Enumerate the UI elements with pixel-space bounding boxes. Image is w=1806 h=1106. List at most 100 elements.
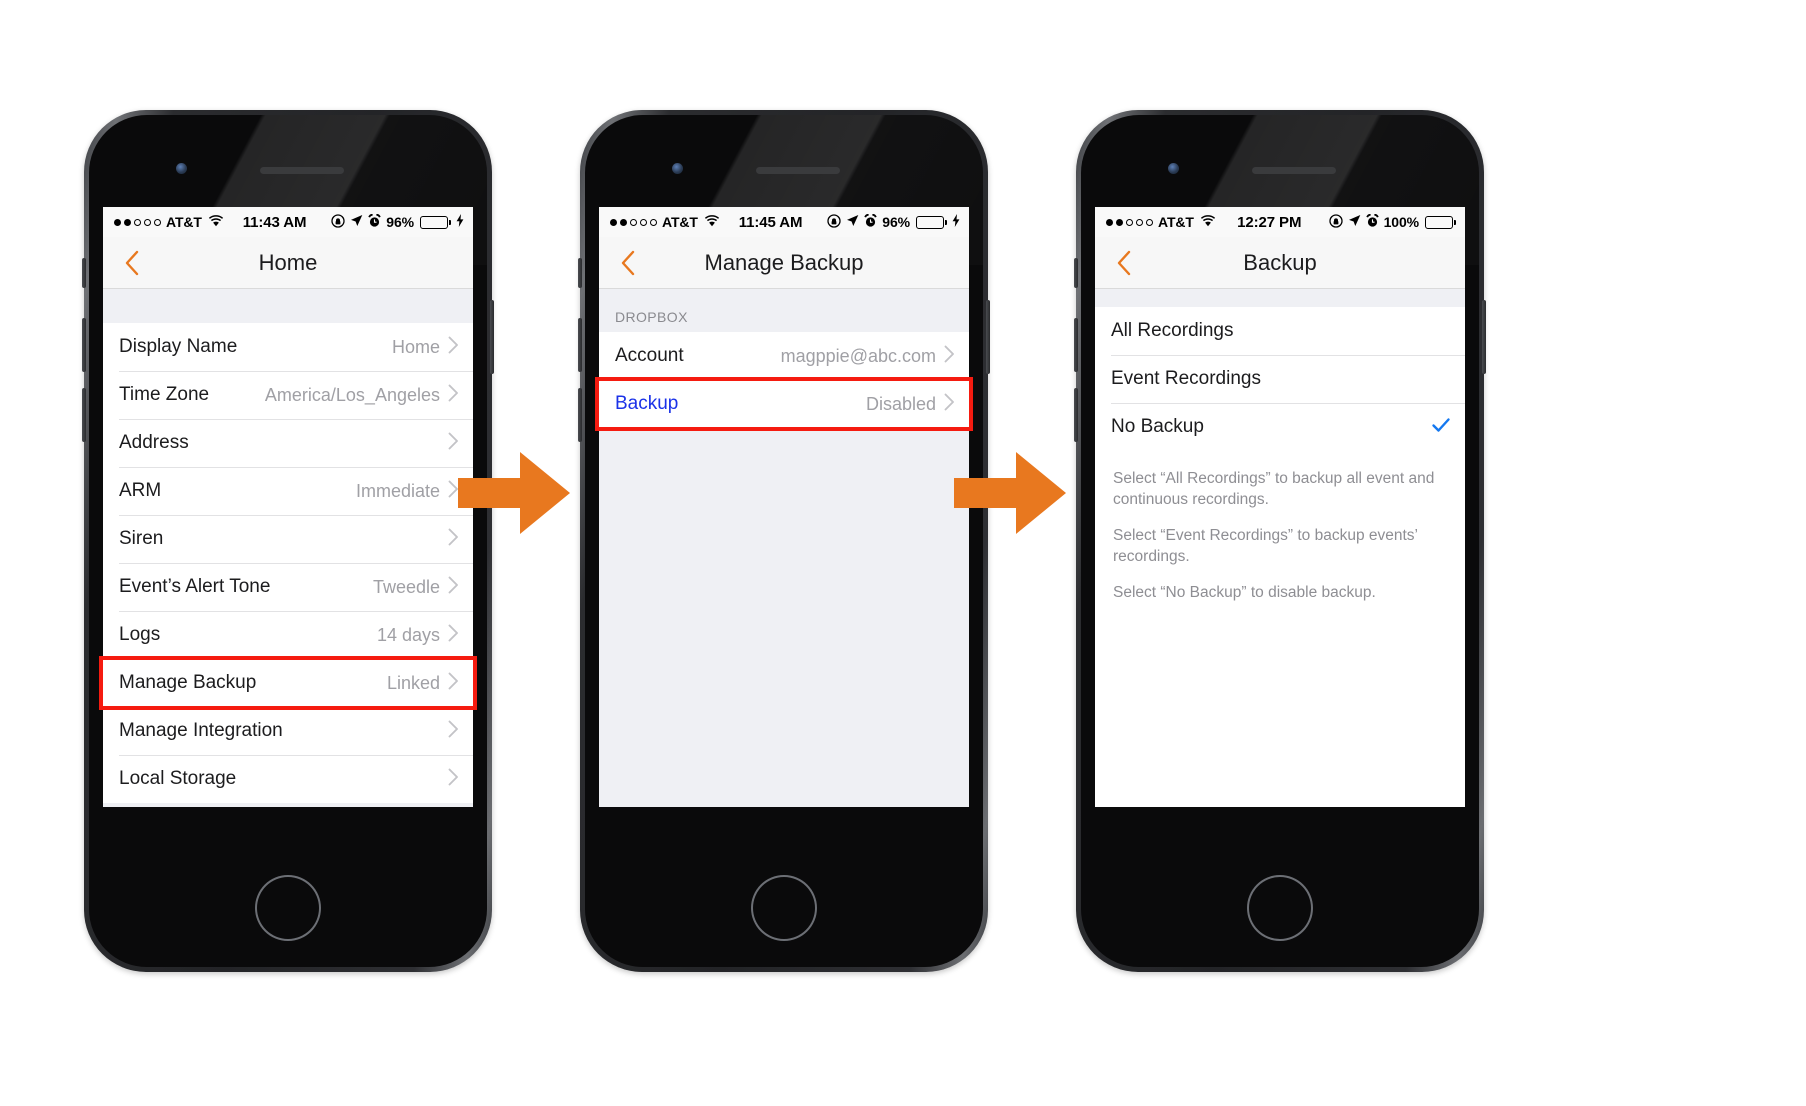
- battery-percent-1: 96%: [386, 214, 414, 230]
- list-item-account[interactable]: Account magppie@abc.com: [599, 332, 969, 380]
- section-header-dropbox: DROPBOX: [599, 289, 969, 332]
- home-button[interactable]: [1247, 875, 1313, 941]
- phone-front-3: AT&T 12:27 PM 100% Backup All Recordings…: [1081, 115, 1479, 967]
- mute-switch[interactable]: [578, 258, 582, 288]
- screen-1: AT&T 11:43 AM 96% Home Display Name Home…: [103, 207, 473, 807]
- volume-up-button[interactable]: [1074, 318, 1078, 372]
- list-item-value: Home: [391, 336, 440, 357]
- list-item-value: magppie@abc.com: [780, 345, 936, 366]
- page-title-1: Home: [258, 249, 318, 275]
- status-bar-2: AT&T 11:45 AM 96%: [599, 207, 969, 237]
- list-item-value: 14 days: [376, 624, 440, 645]
- nav-bar-3: Backup: [1095, 237, 1465, 289]
- volume-up-button[interactable]: [82, 318, 86, 372]
- location-arrow-icon: [1348, 214, 1361, 230]
- list-top-spacer-3: [1095, 289, 1465, 307]
- power-button[interactable]: [986, 300, 990, 374]
- list-item-label: Account: [615, 345, 684, 366]
- list-item-address[interactable]: Address: [103, 419, 473, 467]
- battery-icon-3: [1425, 215, 1456, 229]
- page-title-3: Backup: [1243, 249, 1317, 275]
- list-item-label: Logs: [119, 624, 161, 645]
- mute-switch[interactable]: [82, 258, 86, 288]
- rotation-lock-icon: [331, 213, 345, 231]
- volume-up-button[interactable]: [578, 318, 582, 372]
- list-bottom-spacer-2: [599, 428, 969, 807]
- status-time-3: 12:27 PM: [1237, 213, 1302, 231]
- chevron-right-icon: [944, 345, 955, 368]
- volume-down-button[interactable]: [578, 388, 582, 442]
- mute-switch[interactable]: [1074, 258, 1078, 288]
- volume-down-button[interactable]: [1074, 388, 1078, 442]
- list-item-label: Display Name: [119, 336, 238, 357]
- back-chevron-icon[interactable]: [619, 249, 636, 277]
- list-item-event-recordings[interactable]: Event Recordings: [1095, 355, 1465, 403]
- settings-list-2: Account magppie@abc.com Backup Disabled: [599, 332, 969, 428]
- alarm-clock-icon: [864, 213, 877, 231]
- chevron-right-icon: [448, 336, 459, 359]
- list-item-label: Siren: [119, 528, 164, 549]
- list-item-display-name[interactable]: Display Name Home: [103, 323, 473, 371]
- list-item-label: Event Recordings: [1111, 368, 1261, 389]
- backup-options-list: All Recordings Event Recordings No Backup: [1095, 307, 1465, 451]
- power-button[interactable]: [1482, 300, 1486, 374]
- step-arrow-1: [458, 452, 570, 539]
- list-item-backup[interactable]: Backup Disabled: [599, 380, 969, 428]
- nav-bar-2: Manage Backup: [599, 237, 969, 289]
- list-item-local-storage[interactable]: Local Storage: [103, 755, 473, 803]
- back-chevron-icon[interactable]: [1115, 249, 1132, 277]
- chevron-right-icon: [448, 384, 459, 407]
- front-camera-icon: [176, 163, 187, 174]
- list-item-siren[interactable]: Siren: [103, 515, 473, 563]
- screen-3: AT&T 12:27 PM 100% Backup All Recordings…: [1095, 207, 1465, 807]
- list-item-value: America/Los_Angeles: [264, 384, 440, 405]
- front-camera-icon: [1168, 163, 1179, 174]
- list-item-arm[interactable]: ARM Immediate: [103, 467, 473, 515]
- list-item-label: Manage Integration: [119, 720, 283, 741]
- back-chevron-icon[interactable]: [123, 249, 140, 277]
- chevron-right-icon: [448, 720, 459, 743]
- settings-list-1: Display Name Home Time Zone America/Los_Ang…: [103, 323, 473, 803]
- home-button[interactable]: [751, 875, 817, 941]
- phone-device-3: AT&T 12:27 PM 100% Backup All Recordings…: [1074, 110, 1486, 972]
- help-paragraph: Select “No Backup” to disable backup.: [1113, 584, 1376, 602]
- chevron-right-icon: [944, 393, 955, 416]
- battery-icon-1: [420, 215, 451, 229]
- front-camera-icon: [672, 163, 683, 174]
- status-right-2: 96%: [827, 213, 960, 231]
- list-item-value: Disabled: [865, 393, 936, 414]
- list-item-logs[interactable]: Logs 14 days: [103, 611, 473, 659]
- list-item-manage-backup[interactable]: Manage Backup Linked: [103, 659, 473, 707]
- nav-bar-1: Home: [103, 237, 473, 289]
- list-item-no-backup[interactable]: No Backup: [1095, 403, 1465, 451]
- status-time-1: 11:43 AM: [242, 213, 307, 231]
- status-left-1: AT&T: [114, 214, 224, 231]
- power-button[interactable]: [490, 300, 494, 374]
- list-item-value: Linked: [386, 672, 440, 693]
- backup-help-text: Select “All Recordings” to backup all ev…: [1095, 451, 1465, 604]
- home-button[interactable]: [255, 875, 321, 941]
- list-item-label: Time Zone: [119, 384, 210, 405]
- status-left-3: AT&T: [1106, 214, 1216, 231]
- volume-down-button[interactable]: [82, 388, 86, 442]
- location-arrow-icon: [846, 214, 859, 230]
- checkmark-icon: [1431, 415, 1451, 440]
- rotation-lock-icon: [1328, 213, 1343, 231]
- earpiece-speaker: [1252, 167, 1336, 174]
- list-item-event-s-alert-tone[interactable]: Event’s Alert Tone Tweedle: [103, 563, 473, 611]
- list-item-manage-integration[interactable]: Manage Integration: [103, 707, 473, 755]
- list-item-time-zone[interactable]: Time Zone America/Los_Angeles: [103, 371, 473, 419]
- list-item-label: Address: [119, 432, 189, 453]
- list-item-label: All Recordings: [1111, 320, 1234, 341]
- alarm-clock-icon: [1365, 213, 1379, 231]
- status-right-1: 96%: [331, 213, 464, 231]
- earpiece-speaker: [260, 167, 344, 174]
- status-bar-3: AT&T 12:27 PM 100%: [1095, 207, 1465, 237]
- phone-front-2: AT&T 11:45 AM 96% Manage Backup DROPBOX …: [585, 115, 983, 967]
- list-item-all-recordings[interactable]: All Recordings: [1095, 307, 1465, 355]
- charging-bolt-icon: [456, 214, 464, 230]
- screenshot-stage: AT&T 11:43 AM 96% Home Display Name Home…: [0, 0, 1806, 1106]
- chevron-right-icon: [448, 576, 459, 599]
- list-item-value: Tweedle: [372, 576, 440, 597]
- battery-percent-2: 96%: [882, 214, 910, 230]
